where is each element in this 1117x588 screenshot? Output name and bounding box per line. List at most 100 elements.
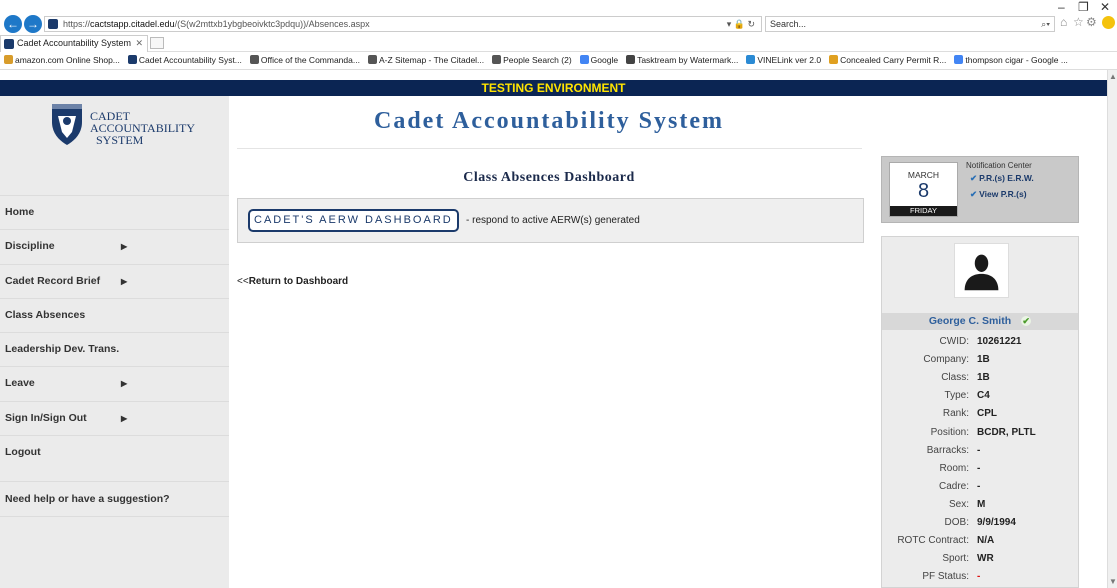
tab-strip: Cadet Accountability System ✕ <box>0 34 1117 52</box>
profile-field-label: Type: <box>944 390 969 402</box>
browser-tab[interactable]: Cadet Accountability System ✕ <box>0 35 148 52</box>
notification-link-view-pr[interactable]: ✔ View P.R.(s) <box>970 189 1027 200</box>
profile-field: Type: C4 <box>882 387 1078 405</box>
url-path: /(S(w2mttxb1ybgbeoivktc3pdqu))/Absences.… <box>174 19 370 29</box>
submenu-arrow-icon: ▶ <box>121 413 128 423</box>
favorite-link[interactable]: A-Z Sitemap - The Citadel... <box>367 52 484 69</box>
back-icon[interactable]: ← <box>4 15 22 33</box>
minimize-icon[interactable]: – <box>1058 0 1065 14</box>
notification-title: Notification Center <box>966 161 1032 170</box>
profile-field-label: Class: <box>941 372 969 384</box>
favorite-link[interactable]: Concealed Carry Permit R... <box>829 52 946 69</box>
new-tab-button[interactable] <box>150 37 164 49</box>
sidebar-item-class-absences[interactable]: Class Absences <box>0 297 229 332</box>
search-icon[interactable]: ⌕▾ <box>1041 17 1050 31</box>
sidebar-item-label: Leave <box>5 377 35 390</box>
close-icon[interactable]: ✕ <box>1100 0 1110 14</box>
page-scrollbar[interactable]: ▲ ▼ <box>1107 70 1117 588</box>
calendar-day: 8 <box>917 180 930 202</box>
favorite-link[interactable]: People Search (2) <box>492 52 572 69</box>
help-link[interactable]: Need help or have a suggestion? <box>0 481 229 517</box>
return-to-dashboard-link[interactable]: <<Return to Dashboard <box>237 276 348 287</box>
profile-field-label: Barracks: <box>926 444 969 456</box>
forward-icon[interactable]: → <box>24 15 42 33</box>
favorite-link[interactable]: amazon.com Online Shop... <box>4 52 120 69</box>
calendar-month: MARCH <box>907 170 940 180</box>
profile-field-label: Rank: <box>942 408 969 420</box>
scroll-up-icon[interactable]: ▲ <box>1109 72 1117 81</box>
profile-field: CWID: 10261221 <box>882 333 1078 351</box>
profile-field: Company: 1B <box>882 351 1078 369</box>
sidebar-item-home[interactable]: Home <box>0 195 229 229</box>
profile-field-value: - <box>977 480 981 492</box>
profile-field: Class: 1B <box>882 369 1078 387</box>
notification-link-label: View P.R.(s) <box>979 189 1027 199</box>
sidebar-item-label: Class Absences <box>5 308 86 321</box>
profile-field-value: - <box>977 571 981 583</box>
favorite-link[interactable]: Tasktream by Watermark... <box>626 52 738 69</box>
logo-line3: SYSTEM <box>96 133 144 147</box>
favorite-icon <box>4 55 13 64</box>
tab-favicon-icon <box>4 39 14 49</box>
search-input[interactable]: Search... ⌕▾ <box>765 16 1055 32</box>
notification-center: MARCH 8 FRIDAY Notification Center ✔ P.R.… <box>881 156 1079 223</box>
profile-field-value: WR <box>977 553 994 565</box>
favorite-icon <box>127 55 137 64</box>
url-host: cactstapp.citadel.edu <box>90 19 175 29</box>
title-divider <box>237 148 862 149</box>
profile-field: PF Status: - <box>882 568 1078 586</box>
notification-link-pr-erw[interactable]: ✔ P.R.(s) E.R.W. <box>970 173 1034 184</box>
favorites-bar: amazon.com Online Shop... Cadet Accountab… <box>0 52 1117 70</box>
aerw-dashboard-button[interactable]: CADET'S AERW DASHBOARD <box>248 209 459 232</box>
scroll-down-icon[interactable]: ▼ <box>1109 577 1117 586</box>
favorite-link[interactable]: Google <box>579 52 618 69</box>
cas-logo[interactable]: CADET ACCOUNTABILITY SYSTEM <box>50 102 210 156</box>
favorites-star-icon[interactable]: ☆ <box>1073 15 1084 29</box>
favorite-label: Tasktream by Watermark... <box>637 55 739 65</box>
profile-field-label: Sex: <box>948 498 969 510</box>
main-content: Cadet Accountability System Class Absenc… <box>229 96 1107 588</box>
address-bar: ← → https://cactstapp.citadel.edu/(S(w2m… <box>0 14 1117 34</box>
favorite-link[interactable]: thompson cigar - Google ... <box>954 52 1068 69</box>
sidebar-item-label: Discipline <box>5 240 55 253</box>
shield-logo-icon <box>52 104 82 145</box>
tab-title: Cadet Accountability System <box>17 38 132 48</box>
submenu-arrow-icon: ▶ <box>121 379 128 389</box>
submenu-arrow-icon: ▶ <box>121 276 128 286</box>
aerw-panel: CADET'S AERW DASHBOARD - respond to acti… <box>237 198 864 243</box>
favorite-icon <box>626 55 636 64</box>
settings-gear-icon[interactable]: ⚙ <box>1086 15 1097 29</box>
sidebar-item-logout[interactable]: Logout <box>0 435 229 469</box>
profile-field: Sex: M <box>882 496 1078 514</box>
cadet-name[interactable]: George C. Smith ✔ <box>882 313 1078 330</box>
favorite-icon <box>954 55 964 64</box>
profile-card: George C. Smith ✔ CWID: 10261221 Company: 1B… <box>881 236 1079 588</box>
url-field[interactable]: https://cactstapp.citadel.edu/(S(w2mttxb… <box>44 16 762 32</box>
favorite-link[interactable]: VINELink ver 2.0 <box>746 52 821 69</box>
profile-field-value: - <box>977 462 981 474</box>
restore-icon[interactable]: ❐ <box>1078 0 1089 14</box>
sidebar-item-discipline[interactable]: Discipline ▶ <box>0 229 229 263</box>
sidebar-item-leave[interactable]: Leave ▶ <box>0 366 229 400</box>
sidebar-item-leadership-dev-trans[interactable]: Leadership Dev. Trans. <box>0 332 229 366</box>
home-icon[interactable]: ⌂ <box>1060 15 1067 29</box>
feedback-smiley-icon[interactable] <box>1102 16 1115 29</box>
profile-field-label: Room: <box>939 462 969 474</box>
tab-close-icon[interactable]: ✕ <box>135 36 143 51</box>
profile-field-label: Company: <box>923 354 969 366</box>
site-favicon-icon <box>48 19 58 29</box>
favorite-link[interactable]: Office of the Commanda... <box>249 52 360 69</box>
return-prefix: << <box>237 276 249 287</box>
window-titlebar: – ❐ ✕ <box>0 0 1117 14</box>
sidebar-item-label: Logout <box>5 446 41 459</box>
profile-field: ROTC Contract: N/A <box>882 532 1078 550</box>
favorite-label: VINELink ver 2.0 <box>757 55 822 65</box>
favorite-link[interactable]: Cadet Accountability Syst... <box>127 52 242 69</box>
lock-refresh-icon[interactable]: ▾ 🔒 ↻ <box>727 17 755 31</box>
favorite-icon <box>367 55 377 64</box>
check-icon: ✔ <box>970 173 978 183</box>
sidebar-item-cadet-record-brief[interactable]: Cadet Record Brief ▶ <box>0 263 229 298</box>
profile-field-label: DOB: <box>944 517 969 528</box>
sidebar-item-sign-in-sign-out[interactable]: Sign In/Sign Out ▶ <box>0 400 229 435</box>
logo-text: CADET ACCOUNTABILITY SYSTEM <box>90 110 195 146</box>
